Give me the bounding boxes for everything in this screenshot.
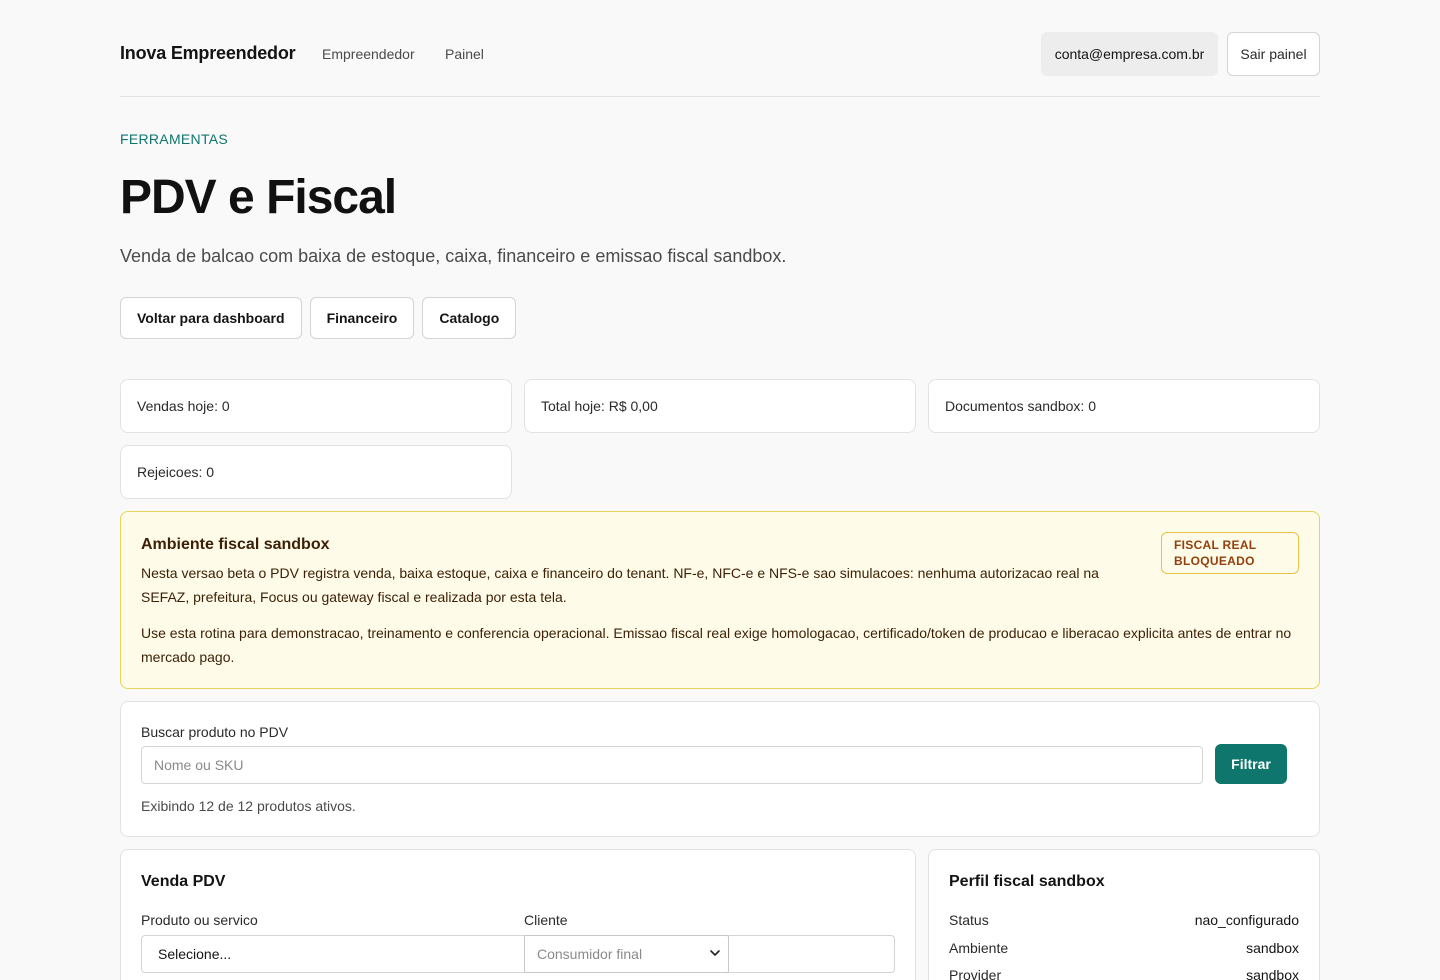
brand-logo-text[interactable]: Inova Empreendedor bbox=[120, 43, 296, 64]
fiscal-provider-key: Provider bbox=[949, 967, 1002, 980]
search-label: Buscar produto no PDV bbox=[141, 724, 289, 740]
fiscal-profile-card: Perfil fiscal sandbox Status nao_configu… bbox=[928, 849, 1320, 980]
client-select[interactable]: Consumidor final bbox=[524, 935, 729, 973]
stat-card-rejeicoes: Rejeicoes: 0 bbox=[120, 445, 512, 499]
fiscal-provider-row: Provider sandbox bbox=[949, 967, 1299, 980]
nav-link-painel[interactable]: Painel bbox=[445, 46, 484, 62]
fiscal-ambiente-row: Ambiente sandbox bbox=[949, 940, 1299, 956]
financeiro-button[interactable]: Financeiro bbox=[309, 297, 415, 339]
fiscal-profile-title: Perfil fiscal sandbox bbox=[949, 873, 1105, 890]
filter-button[interactable]: Filtrar bbox=[1215, 744, 1287, 784]
product-select-value: Selecione... bbox=[158, 946, 232, 962]
section-eyebrow: FERRAMENTAS bbox=[120, 131, 229, 147]
fiscal-provider-value: sandbox bbox=[1246, 967, 1299, 980]
page-subtitle: Venda de balcao com baixa de estoque, ca… bbox=[120, 246, 787, 266]
search-input[interactable] bbox=[141, 746, 1203, 784]
top-navigation: Inova Empreendedor Empreendedor Painel c… bbox=[120, 0, 1320, 97]
fiscal-status-row: Status nao_configurado bbox=[949, 912, 1299, 928]
product-select[interactable]: Selecione... bbox=[141, 935, 895, 973]
back-to-dashboard-button[interactable]: Voltar para dashboard bbox=[120, 297, 302, 339]
account-email-chip: conta@empresa.com.br bbox=[1041, 32, 1218, 76]
catalogo-button[interactable]: Catalogo bbox=[422, 297, 517, 339]
logout-button[interactable]: Sair painel bbox=[1227, 32, 1320, 76]
stat-card-total-hoje: Total hoje: R$ 0,00 bbox=[524, 379, 916, 433]
sale-card-title: Venda PDV bbox=[141, 873, 226, 890]
fiscal-ambiente-key: Ambiente bbox=[949, 940, 1009, 956]
fiscal-ambiente-value: sandbox bbox=[1246, 940, 1299, 956]
notice-paragraph-1: Nesta versao beta o PDV registra venda, … bbox=[141, 565, 1099, 605]
page-actions: Voltar para dashboard Financeiro Catalog… bbox=[120, 297, 517, 339]
product-field-label: Produto ou servico bbox=[141, 912, 258, 928]
product-search-card: Buscar produto no PDV Filtrar Exibindo 1… bbox=[120, 701, 1320, 837]
stat-card-vendas-hoje: Vendas hoje: 0 bbox=[120, 379, 512, 433]
sandbox-notice: Ambiente fiscal sandbox FISCAL REAL BLOQ… bbox=[120, 511, 1320, 689]
notice-paragraph-2: Use esta rotina para demonstracao, trein… bbox=[141, 625, 1292, 665]
nav-link-empreendedor[interactable]: Empreendedor bbox=[322, 46, 415, 62]
fiscal-blocked-badge: FISCAL REAL BLOQUEADO bbox=[1161, 532, 1299, 574]
fiscal-status-value: nao_configurado bbox=[1194, 912, 1299, 928]
search-result-count: Exibindo 12 de 12 produtos ativos. bbox=[141, 798, 356, 814]
stat-card-documentos-sandbox: Documentos sandbox: 0 bbox=[928, 379, 1320, 433]
sale-card: Venda PDV Produto ou servico Cliente Sel… bbox=[120, 849, 916, 980]
fiscal-status-key: Status bbox=[949, 912, 989, 928]
notice-title: Ambiente fiscal sandbox bbox=[141, 536, 330, 553]
page-title: PDV e Fiscal bbox=[120, 171, 397, 224]
chevron-down-icon bbox=[710, 950, 720, 956]
client-select-value: Consumidor final bbox=[537, 946, 643, 962]
client-field-label: Cliente bbox=[524, 912, 568, 928]
